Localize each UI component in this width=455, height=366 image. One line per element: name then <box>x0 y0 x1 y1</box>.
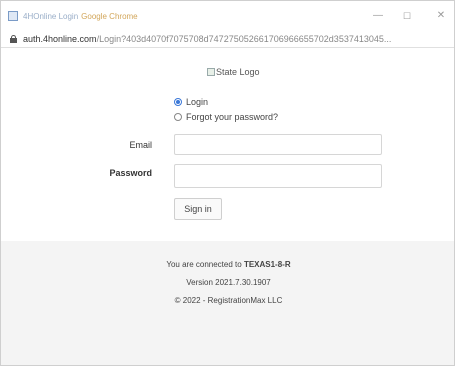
forgot-password-radio-label[interactable]: Forgot your password? <box>186 112 278 122</box>
url-path: /Login?403d4070f7075708d7472750526617069… <box>96 34 392 44</box>
address-bar[interactable]: auth.4honline.com/Login?403d4070f7075708… <box>1 31 454 48</box>
forgot-password-option[interactable]: Forgot your password? <box>174 112 278 122</box>
connection-prefix: You are connected to <box>166 260 242 269</box>
window-title-site: 4HOnline Login <box>23 12 79 21</box>
state-logo-alt-text: State Logo <box>216 67 260 77</box>
lock-icon[interactable] <box>10 35 17 43</box>
login-radio[interactable] <box>174 98 182 106</box>
window-title-app: Google Chrome <box>81 12 138 21</box>
broken-image-icon <box>207 68 215 76</box>
window-title: 4HOnline Login Google Chrome <box>23 12 138 21</box>
email-field[interactable] <box>174 134 382 155</box>
close-button[interactable]: ✕ <box>432 9 450 23</box>
app-window-icon <box>8 11 18 21</box>
url-host: auth.4honline.com <box>23 34 97 44</box>
version-text: Version 2021.7.30.1907 <box>186 278 271 287</box>
login-option[interactable]: Login <box>174 97 208 107</box>
email-label: Email <box>129 140 152 150</box>
copyright-text: © 2022 - RegistrationMax LLC <box>174 296 283 305</box>
server-name: TEXAS1-8-R <box>243 260 291 269</box>
state-logo: State Logo <box>207 67 260 77</box>
url-text[interactable]: auth.4honline.com/Login?403d4070f7075708… <box>23 34 449 44</box>
title-bar: 4HOnline Login Google Chrome — ☐ ✕ <box>1 1 454 31</box>
browser-window: 4HOnline Login Google Chrome — ☐ ✕ auth.4… <box>0 0 455 366</box>
minimize-button[interactable]: — <box>369 9 387 23</box>
footer: You are connected to TEXAS1-8-R Version … <box>1 241 454 365</box>
password-field[interactable] <box>174 164 382 188</box>
sign-in-button[interactable]: Sign in <box>174 198 222 220</box>
forgot-password-radio[interactable] <box>174 113 182 121</box>
connection-info: You are connected to TEXAS1-8-R <box>1 260 454 269</box>
maximize-button[interactable]: ☐ <box>398 9 416 23</box>
password-label: Password <box>109 168 152 178</box>
login-radio-label[interactable]: Login <box>186 97 208 107</box>
